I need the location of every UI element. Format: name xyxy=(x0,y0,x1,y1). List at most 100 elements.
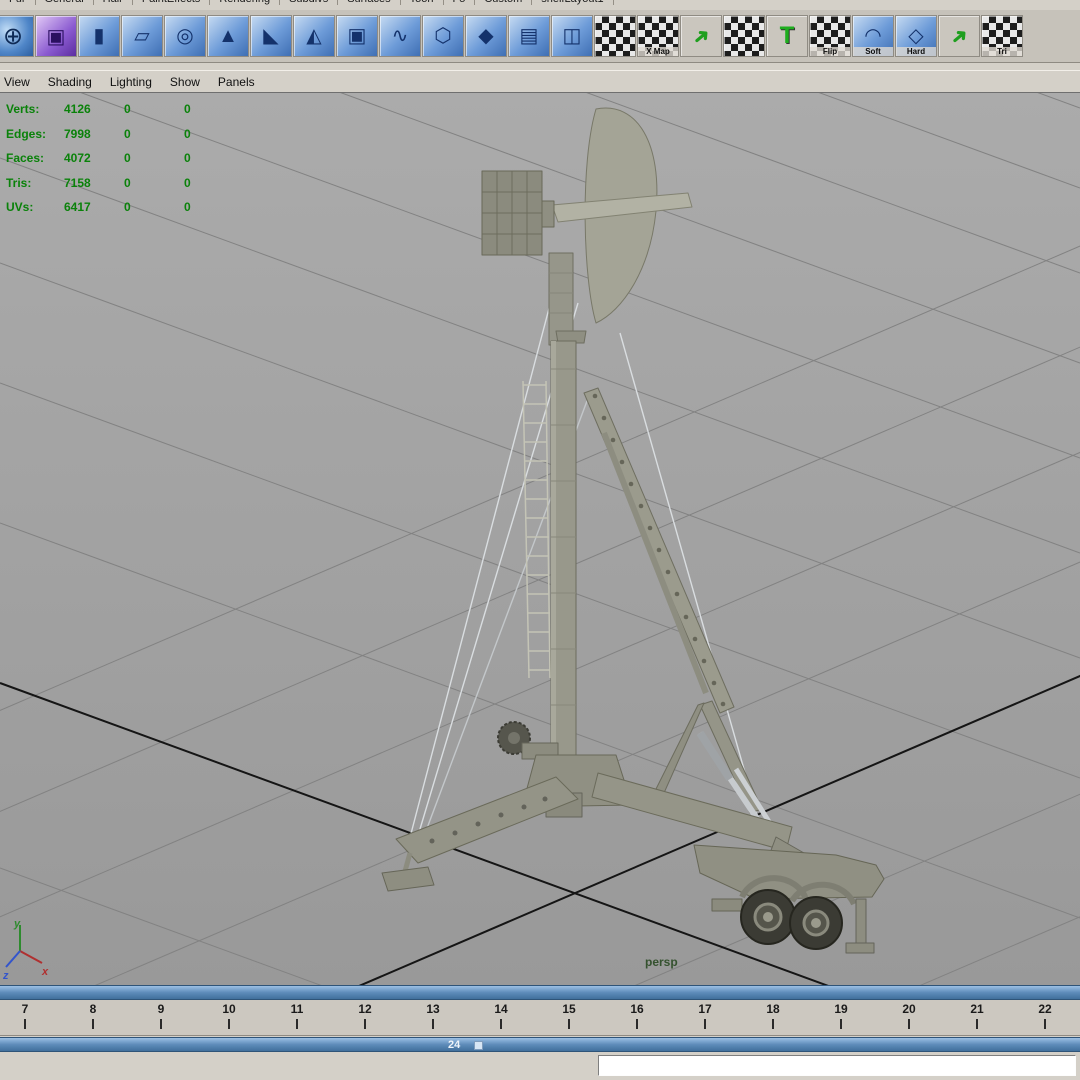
triangulate-icon-label: Tri xyxy=(982,47,1022,56)
time-slider-bar[interactable] xyxy=(0,985,1080,1000)
frame-21[interactable]: 21 xyxy=(957,1002,997,1029)
soften-edge-icon[interactable]: ◠ Soft xyxy=(852,15,894,57)
camera-label: persp xyxy=(645,955,678,969)
poly-prism-icon-glyph: ◣ xyxy=(263,25,279,47)
shelf-tab-rendering[interactable]: Rendering xyxy=(210,0,281,5)
flip-uv-icon-label: Flip xyxy=(810,47,850,56)
flip-uv-icon[interactable]: Flip xyxy=(809,15,851,57)
poly-soccerball-icon[interactable]: ⬡ xyxy=(422,15,464,57)
shelf-tab-fur[interactable]: Fur xyxy=(0,0,36,5)
frame-7[interactable]: 7 xyxy=(5,1002,45,1029)
hud-value-1: 4126 xyxy=(64,102,91,116)
frame-16[interactable]: 16 xyxy=(617,1002,657,1029)
frame-17[interactable]: 17 xyxy=(685,1002,725,1029)
shelf-tab-subdivs[interactable]: Subdivs xyxy=(280,0,339,5)
panel-menu-view[interactable]: View xyxy=(0,75,39,89)
poly-plane-icon[interactable]: ▱ xyxy=(121,15,163,57)
frame-18[interactable]: 18 xyxy=(753,1002,793,1029)
hud-label: UVs: xyxy=(6,200,34,214)
poly-pyramid-icon-glyph: ◭ xyxy=(306,25,322,47)
frame-tick xyxy=(976,1019,978,1029)
frame-tick xyxy=(160,1019,162,1029)
move-uv-shell-icon[interactable]: ➜ xyxy=(680,15,722,57)
frame-number: 20 xyxy=(902,1002,916,1016)
frame-number: 14 xyxy=(494,1002,508,1016)
shelf-tab-hair[interactable]: Hair xyxy=(94,0,133,5)
triangulate-icon[interactable]: Tri xyxy=(981,15,1023,57)
shelf-tab-painteffects[interactable]: PaintEffects xyxy=(133,0,211,5)
command-line-input[interactable] xyxy=(598,1055,1076,1076)
poly-pipe-icon[interactable]: ▣ xyxy=(336,15,378,57)
shelf-tab-f5[interactable]: F5 xyxy=(444,0,476,5)
shelf-icons: ⊕ ▣ ▮ ▱ ◎ ▲ ◣ ◭ ▣ ∿ ⬡ ◆ ▤ ◫ X Map ➜ T Flip ◠ Soft ◇ Hard ➜ Tri xyxy=(0,15,1024,57)
shelf-tab-toon[interactable]: Toon xyxy=(401,0,444,5)
panel-menu-shading[interactable]: Shading xyxy=(39,75,101,89)
poly-boolean-icon[interactable]: ◫ xyxy=(551,15,593,57)
frame-tick xyxy=(364,1019,366,1029)
hud-label: Faces: xyxy=(6,151,45,165)
radar-mast-model[interactable] xyxy=(381,107,885,954)
shelf-tab-custom[interactable]: Custom xyxy=(475,0,533,5)
frame-20[interactable]: 20 xyxy=(889,1002,929,1029)
frame-tick xyxy=(432,1019,434,1029)
hud-value-1: 7158 xyxy=(64,175,91,190)
time-slider-frames[interactable]: 7 8 9 10 11 12 13 14 15 16 17 18 19 20 21 22 xyxy=(0,1000,1080,1036)
range-slider-handle[interactable] xyxy=(474,1041,483,1050)
range-slider[interactable]: 24 xyxy=(0,1037,1080,1052)
poly-cube-icon-glyph: ▣ xyxy=(46,25,66,48)
uv-snapshot-icon-label: X Map xyxy=(638,47,678,56)
mast-head xyxy=(548,252,587,346)
radar-array-box xyxy=(481,170,555,256)
poly-count-hud: Verts: 4126 0 0 Edges: 7998 0 0 Faces: 4072 0 0 Tris… xyxy=(6,97,244,220)
poly-cone-icon-glyph: ▲ xyxy=(218,25,238,47)
shelf-tab-general[interactable]: General xyxy=(36,0,94,5)
panel-menu-panels[interactable]: Panels xyxy=(209,75,264,89)
poly-pyramid-icon[interactable]: ◭ xyxy=(293,15,335,57)
uv-snapshot-icon[interactable]: X Map xyxy=(637,15,679,57)
rear-leg-2 xyxy=(655,702,705,794)
frame-10[interactable]: 10 xyxy=(209,1002,249,1029)
frame-11[interactable]: 11 xyxy=(277,1002,317,1029)
poly-cone-icon[interactable]: ▲ xyxy=(207,15,249,57)
poly-torus-icon[interactable]: ◎ xyxy=(164,15,206,57)
frame-8[interactable]: 8 xyxy=(73,1002,113,1029)
panel-menu-show[interactable]: Show xyxy=(161,75,209,89)
frame-9[interactable]: 9 xyxy=(141,1002,181,1029)
frame-19[interactable]: 19 xyxy=(821,1002,861,1029)
lattice-ladder xyxy=(522,380,551,679)
shelf-tab-shelflayout1[interactable]: shelfLayout1 xyxy=(532,0,614,5)
poly-soccerball-icon-glyph: ⬡ xyxy=(434,25,452,47)
panel-menu-lighting[interactable]: Lighting xyxy=(101,75,161,89)
poly-sphere-icon[interactable]: ⊕ xyxy=(0,15,34,57)
poly-helix-icon-glyph: ∿ xyxy=(391,25,409,47)
frame-14[interactable]: 14 xyxy=(481,1002,521,1029)
frame-number: 12 xyxy=(358,1002,372,1016)
planar-mapping-icon[interactable] xyxy=(594,15,636,57)
poly-combine-icon-glyph: ▤ xyxy=(519,25,539,47)
harden-edge-icon[interactable]: ◇ Hard xyxy=(895,15,937,57)
poly-prism-icon[interactable]: ◣ xyxy=(250,15,292,57)
perspective-viewport[interactable]: Verts: 4126 0 0 Edges: 7998 0 0 Faces: 4072 0 0 Tris… xyxy=(0,92,1080,986)
poly-cylinder-icon[interactable]: ▮ xyxy=(78,15,120,57)
frame-number: 15 xyxy=(562,1002,576,1016)
harden-edge-icon-glyph: ◇ xyxy=(908,25,924,47)
shelf-tab-surfaces[interactable]: Surfaces xyxy=(338,0,401,5)
poly-pipe-icon-glyph: ▣ xyxy=(347,25,367,47)
poly-combine-icon[interactable]: ▤ xyxy=(508,15,550,57)
poly-helix-icon[interactable]: ∿ xyxy=(379,15,421,57)
frame-tick xyxy=(24,1019,26,1029)
frame-tick xyxy=(500,1019,502,1029)
frame-tick xyxy=(1044,1019,1046,1029)
frame-12[interactable]: 12 xyxy=(345,1002,385,1029)
frame-22[interactable]: 22 xyxy=(1025,1002,1065,1029)
frame-15[interactable]: 15 xyxy=(549,1002,589,1029)
poly-cube-icon[interactable]: ▣ xyxy=(35,15,77,57)
viewport-scene xyxy=(0,93,1080,986)
shelf: ⊕ ▣ ▮ ▱ ◎ ▲ ◣ ◭ ▣ ∿ ⬡ ◆ ▤ ◫ X Map ➜ T Flip ◠ Soft ◇ Hard ➜ Tri xyxy=(0,10,1080,63)
uv-texture-editor-icon[interactable]: T xyxy=(766,15,808,57)
frame-number: 19 xyxy=(834,1002,848,1016)
frame-13[interactable]: 13 xyxy=(413,1002,453,1029)
rotate-uv-icon[interactable]: ➜ xyxy=(938,15,980,57)
poly-platonic-icon[interactable]: ◆ xyxy=(465,15,507,57)
cylindrical-mapping-icon[interactable] xyxy=(723,15,765,57)
